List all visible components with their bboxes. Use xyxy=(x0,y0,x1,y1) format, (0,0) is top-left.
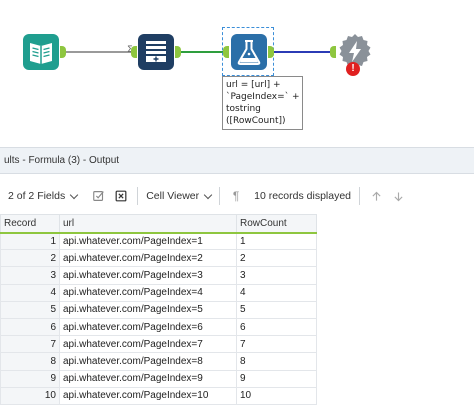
url-cell[interactable]: api.whatever.com/PageIndex=10 xyxy=(59,386,237,405)
table-row[interactable]: 6 api.whatever.com/PageIndex=6 6 xyxy=(0,317,317,337)
table-header-row: Record url RowCount xyxy=(0,214,317,234)
annotation-line: ([RowCount]) xyxy=(226,116,286,126)
connector[interactable] xyxy=(274,51,330,53)
url-cell[interactable]: api.whatever.com/PageIndex=6 xyxy=(59,317,237,337)
url-cell[interactable]: api.whatever.com/PageIndex=3 xyxy=(59,266,237,285)
formula-annotation: url = [url] + `PageIndex=` + tostring ([… xyxy=(222,76,303,130)
table-row[interactable]: 7 api.whatever.com/PageIndex=7 7 xyxy=(0,335,317,354)
results-table: Record url RowCount 1 api.whatever.com/Pa… xyxy=(0,214,317,405)
chevron-down-icon xyxy=(69,190,79,199)
table-row[interactable]: 3 api.whatever.com/PageIndex=3 3 xyxy=(0,266,317,285)
toolbar-divider xyxy=(359,187,361,205)
formula-icon[interactable] xyxy=(230,33,268,71)
column-header-record[interactable]: Record xyxy=(0,214,60,234)
table-row[interactable]: 5 api.whatever.com/PageIndex=5 5 xyxy=(0,300,317,319)
error-icon[interactable]: ! xyxy=(346,62,360,76)
record-cell[interactable]: 6 xyxy=(0,317,60,337)
pilcrow-icon[interactable]: ¶ xyxy=(228,188,244,204)
rowcount-cell[interactable]: 5 xyxy=(236,300,317,319)
url-cell[interactable]: api.whatever.com/PageIndex=7 xyxy=(59,335,237,354)
cell-viewer-label: Cell Viewer xyxy=(146,190,200,202)
column-header-url[interactable]: url xyxy=(59,214,237,234)
annotation-line: tostring xyxy=(226,104,261,114)
annotation-line: url = [url] + xyxy=(226,80,281,90)
table-row[interactable]: 10 api.whatever.com/PageIndex=10 10 xyxy=(0,386,317,405)
record-cell[interactable]: 1 xyxy=(0,231,60,251)
record-cell[interactable]: 10 xyxy=(0,386,60,405)
url-cell[interactable]: api.whatever.com/PageIndex=4 xyxy=(59,283,237,302)
record-cell[interactable]: 4 xyxy=(0,283,60,302)
workflow-canvas[interactable]: Σ ! url = [url] + `PageIndex=` + tostrin… xyxy=(0,0,474,145)
arrow-up-icon[interactable] xyxy=(368,188,384,204)
chevron-down-icon xyxy=(203,190,213,199)
records-count: 10 records displayed xyxy=(254,190,352,202)
rowcount-cell[interactable]: 4 xyxy=(236,283,317,302)
record-cell[interactable]: 3 xyxy=(0,266,60,285)
record-cell[interactable]: 5 xyxy=(0,300,60,319)
rowcount-cell[interactable]: 6 xyxy=(236,317,317,337)
results-title: ults - Formula (3) - Output xyxy=(4,155,120,166)
edit-checkbox-icon[interactable] xyxy=(91,188,107,204)
url-cell[interactable]: api.whatever.com/PageIndex=2 xyxy=(59,249,237,268)
fields-dropdown[interactable]: 2 of 2 Fields xyxy=(8,190,79,202)
table-row[interactable]: 1 api.whatever.com/PageIndex=1 1 xyxy=(0,231,317,251)
results-toolbar: 2 of 2 Fields Cell Viewer ¶ 10 records d… xyxy=(0,180,474,212)
table-row[interactable]: 2 api.whatever.com/PageIndex=2 2 xyxy=(0,249,317,268)
url-cell[interactable]: api.whatever.com/PageIndex=5 xyxy=(59,300,237,319)
rowcount-cell[interactable]: 2 xyxy=(236,249,317,268)
fields-label: 2 of 2 Fields xyxy=(8,190,66,202)
table-row[interactable]: 4 api.whatever.com/PageIndex=4 4 xyxy=(0,283,317,302)
cell-viewer-dropdown[interactable]: Cell Viewer xyxy=(146,190,213,202)
toolbar-divider xyxy=(219,187,221,205)
connector[interactable] xyxy=(66,51,131,53)
annotation-line: `PageIndex=` + xyxy=(226,92,300,102)
table-row[interactable]: 9 api.whatever.com/PageIndex=9 9 xyxy=(0,369,317,388)
clear-icon[interactable] xyxy=(113,188,129,204)
rowcount-cell[interactable]: 8 xyxy=(236,352,317,371)
results-panel-header: ults - Formula (3) - Output xyxy=(0,147,474,174)
generate-rows-icon[interactable] xyxy=(137,33,175,71)
rowcount-cell[interactable]: 7 xyxy=(236,335,317,354)
record-cell[interactable]: 2 xyxy=(0,249,60,268)
input-data-icon[interactable] xyxy=(22,33,60,71)
record-cell[interactable]: 9 xyxy=(0,369,60,388)
alteryx-window: Σ ! url = [url] + `PageIndex=` + tostrin… xyxy=(0,0,474,419)
column-header-rowcount[interactable]: RowCount xyxy=(236,214,317,234)
rowcount-cell[interactable]: 1 xyxy=(236,231,317,251)
record-cell[interactable]: 8 xyxy=(0,352,60,371)
toolbar-divider xyxy=(137,187,139,205)
arrow-down-icon[interactable] xyxy=(390,188,406,204)
rowcount-cell[interactable]: 3 xyxy=(236,266,317,285)
connector[interactable] xyxy=(181,51,223,53)
rowcount-cell[interactable]: 9 xyxy=(236,369,317,388)
url-cell[interactable]: api.whatever.com/PageIndex=1 xyxy=(59,231,237,251)
url-cell[interactable]: api.whatever.com/PageIndex=9 xyxy=(59,369,237,388)
url-cell[interactable]: api.whatever.com/PageIndex=8 xyxy=(59,352,237,371)
table-row[interactable]: 8 api.whatever.com/PageIndex=8 8 xyxy=(0,352,317,371)
record-cell[interactable]: 7 xyxy=(0,335,60,354)
rowcount-cell[interactable]: 10 xyxy=(236,386,317,405)
